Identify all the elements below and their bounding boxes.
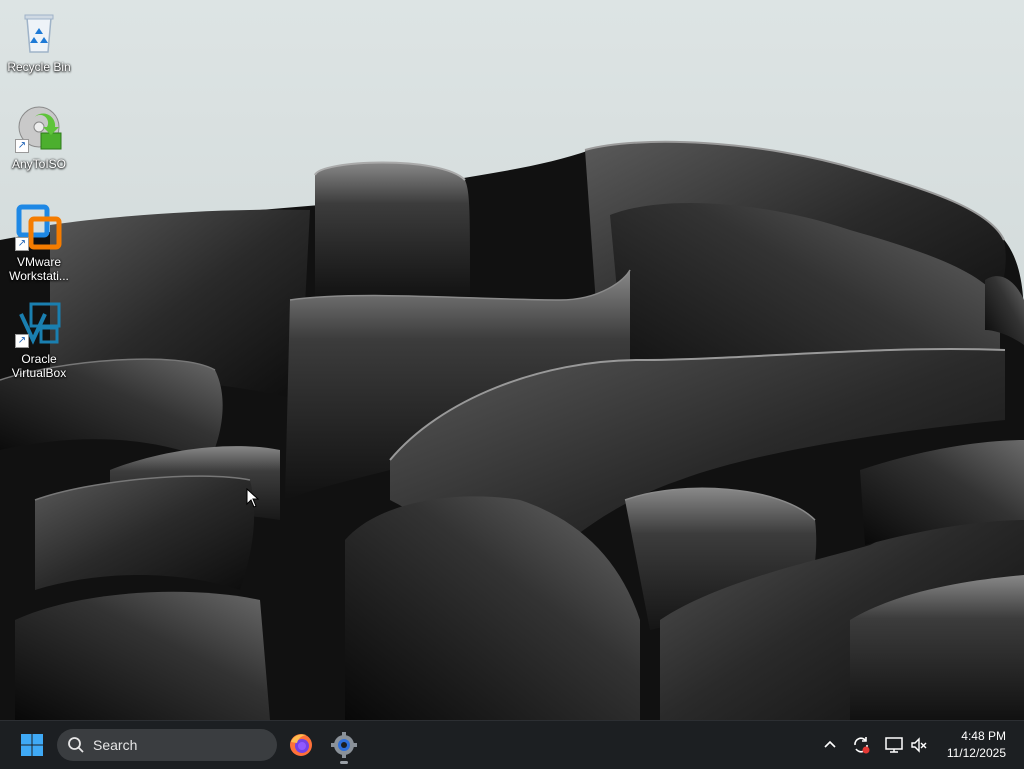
start-button[interactable] bbox=[14, 729, 50, 761]
taskbar-search[interactable]: Search bbox=[57, 729, 277, 761]
vmware-icon: ↗ bbox=[15, 203, 63, 251]
desktop-icon-virtualbox[interactable]: ↗ Oracle VirtualBox bbox=[2, 300, 76, 380]
desktop-icon-label: VMware Workstati... bbox=[9, 255, 69, 283]
search-icon bbox=[68, 737, 84, 753]
windows-logo-icon bbox=[21, 734, 43, 756]
taskbar: Search 4:48 PM 11/12/2025 bbox=[0, 720, 1024, 769]
clock-date: 11/12/2025 bbox=[946, 746, 1006, 760]
virtualbox-icon: ↗ bbox=[15, 300, 63, 348]
desktop-icon-label: Oracle VirtualBox bbox=[11, 352, 67, 380]
clock-time: 4:48 PM bbox=[961, 729, 1006, 743]
volume-muted-icon bbox=[911, 737, 927, 753]
desktop-icon-recycle-bin[interactable]: Recycle Bin bbox=[2, 8, 76, 74]
firefox-icon bbox=[290, 734, 312, 756]
desktop-icon-anytoiso[interactable]: ↗ AnyToISO bbox=[2, 105, 76, 171]
taskbar-clock[interactable]: 4:48 PM 11/12/2025 bbox=[947, 728, 1006, 762]
desktop-icon-label: AnyToISO bbox=[11, 157, 67, 171]
desktop-icon-vmware[interactable]: ↗ VMware Workstati... bbox=[2, 203, 76, 283]
chevron-up-icon bbox=[824, 740, 836, 748]
tray-sync-button[interactable] bbox=[849, 733, 873, 757]
shortcut-arrow-icon: ↗ bbox=[15, 139, 29, 153]
desktop-icon-label: Recycle Bin bbox=[7, 60, 71, 74]
search-placeholder: Search bbox=[93, 737, 138, 753]
mouse-cursor-icon bbox=[246, 488, 260, 508]
taskbar-app-settings[interactable] bbox=[326, 729, 362, 764]
shortcut-arrow-icon: ↗ bbox=[15, 237, 29, 251]
sync-icon bbox=[854, 737, 870, 754]
tray-network-button[interactable] bbox=[882, 733, 906, 757]
settings-gear-icon bbox=[331, 732, 357, 758]
tray-volume-button[interactable] bbox=[907, 733, 931, 757]
anytoiso-icon: ↗ bbox=[15, 105, 63, 153]
network-icon bbox=[885, 737, 903, 753]
taskbar-app-firefox[interactable] bbox=[283, 729, 319, 761]
tray-overflow-button[interactable] bbox=[818, 733, 842, 757]
shortcut-arrow-icon: ↗ bbox=[15, 334, 29, 348]
recycle-bin-icon bbox=[15, 8, 63, 56]
active-indicator bbox=[340, 761, 348, 764]
desktop-wallpaper bbox=[0, 0, 1024, 720]
